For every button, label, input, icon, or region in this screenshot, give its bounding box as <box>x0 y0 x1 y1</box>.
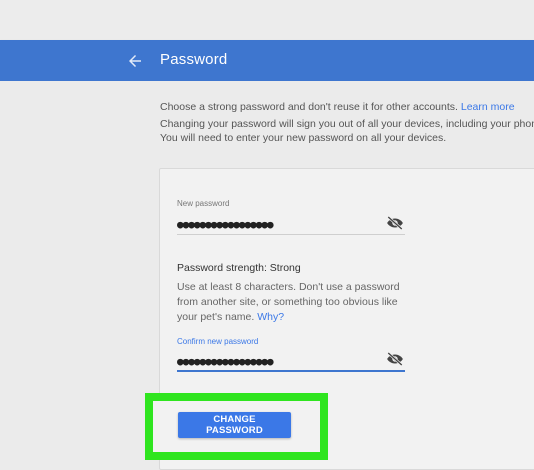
confirm-password-input[interactable] <box>177 351 377 371</box>
learn-more-link[interactable]: Learn more <box>461 101 515 113</box>
app-bar <box>0 40 534 81</box>
password-hint: Use at least 8 characters. Don't use a p… <box>177 280 417 325</box>
intro-line-1: Choose a strong password and don't reuse… <box>160 101 458 113</box>
page-title: Password <box>160 51 228 68</box>
intro-text: Choose a strong password and don't reuse… <box>160 100 534 148</box>
confirm-password-label: Confirm new password <box>177 337 259 346</box>
new-password-input[interactable] <box>177 214 377 234</box>
intro-line-2: Changing your password will sign you out… <box>160 118 534 144</box>
eye-off-icon[interactable] <box>386 216 404 230</box>
eye-off-icon[interactable] <box>386 352 404 366</box>
arrow-back-icon[interactable] <box>126 52 144 70</box>
hint-text: Use at least 8 characters. Don't use a p… <box>177 281 400 323</box>
strength-value: Strong <box>269 262 301 274</box>
why-link[interactable]: Why? <box>257 311 284 323</box>
top-strip <box>0 0 534 40</box>
strength-label: Password strength: <box>177 262 270 274</box>
change-password-button[interactable]: CHANGE PASSWORD <box>178 412 291 438</box>
confirm-password-underline <box>177 370 405 372</box>
new-password-label: New password <box>177 199 230 208</box>
new-password-underline <box>177 234 405 235</box>
password-strength: Password strength: Strong <box>177 262 301 274</box>
